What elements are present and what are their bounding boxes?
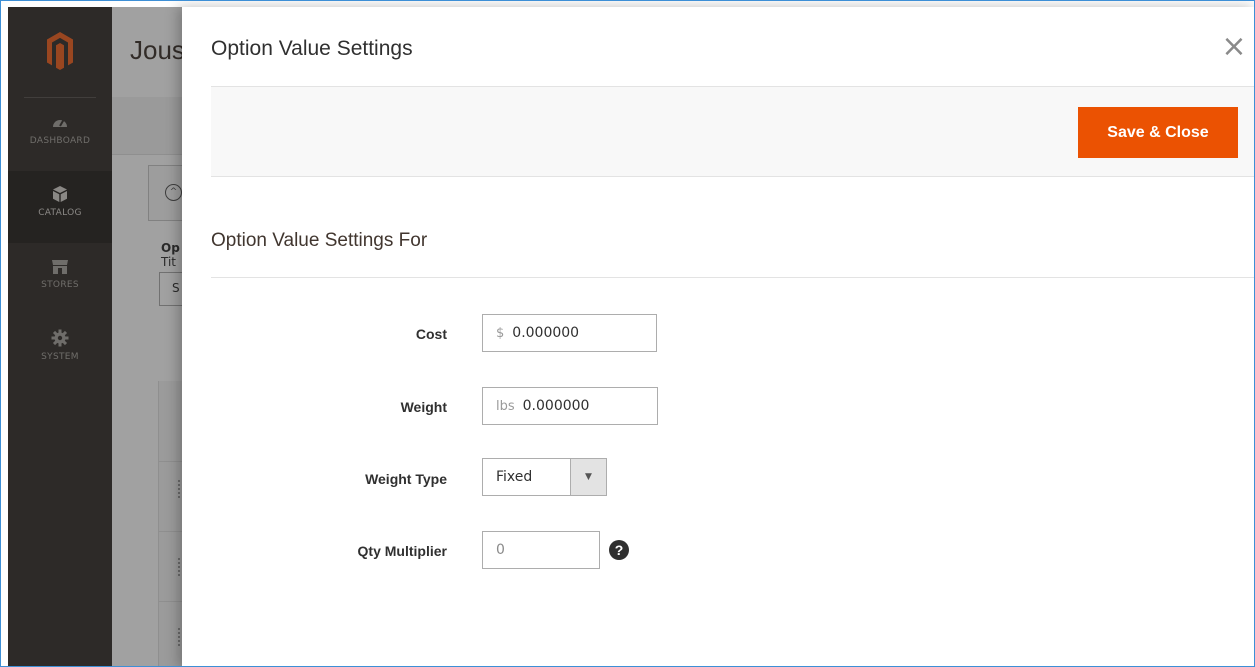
- cost-value: 0.000000: [512, 325, 580, 341]
- currency-addon: $: [496, 325, 505, 341]
- cost-label: Cost: [415, 326, 447, 342]
- modal-backdrop[interactable]: [8, 7, 182, 666]
- section-title: Option Value Settings For: [211, 230, 428, 251]
- weight-type-value: Fixed: [496, 469, 533, 485]
- weight-label: Weight: [400, 399, 447, 415]
- weight-type-select[interactable]: Fixed ▼: [482, 458, 607, 496]
- weight-unit-addon: lbs: [496, 398, 515, 414]
- qty-multiplier-field[interactable]: 0: [482, 531, 600, 569]
- section-divider: [211, 277, 1254, 278]
- save-and-close-button[interactable]: Save & Close: [1078, 107, 1238, 158]
- qty-multiplier-label: Qty Multiplier: [357, 543, 447, 559]
- modal-toolbar: Save & Close: [211, 86, 1254, 177]
- option-value-settings-modal: Option Value Settings × Save & Close Opt…: [182, 7, 1254, 666]
- weight-field[interactable]: lbs 0.000000: [482, 387, 658, 425]
- weight-value: 0.000000: [522, 398, 590, 414]
- window-frame: DASHBOARD CATALOG STORES SYSTEM Jous ^ O…: [0, 0, 1255, 667]
- help-icon[interactable]: ?: [609, 540, 629, 560]
- cost-field[interactable]: $ 0.000000: [482, 314, 657, 352]
- weight-type-label: Weight Type: [365, 471, 447, 487]
- modal-title: Option Value Settings: [211, 37, 413, 60]
- qty-multiplier-value: 0: [496, 542, 505, 558]
- chevron-down-icon[interactable]: ▼: [570, 459, 606, 495]
- close-icon[interactable]: ×: [1216, 29, 1252, 65]
